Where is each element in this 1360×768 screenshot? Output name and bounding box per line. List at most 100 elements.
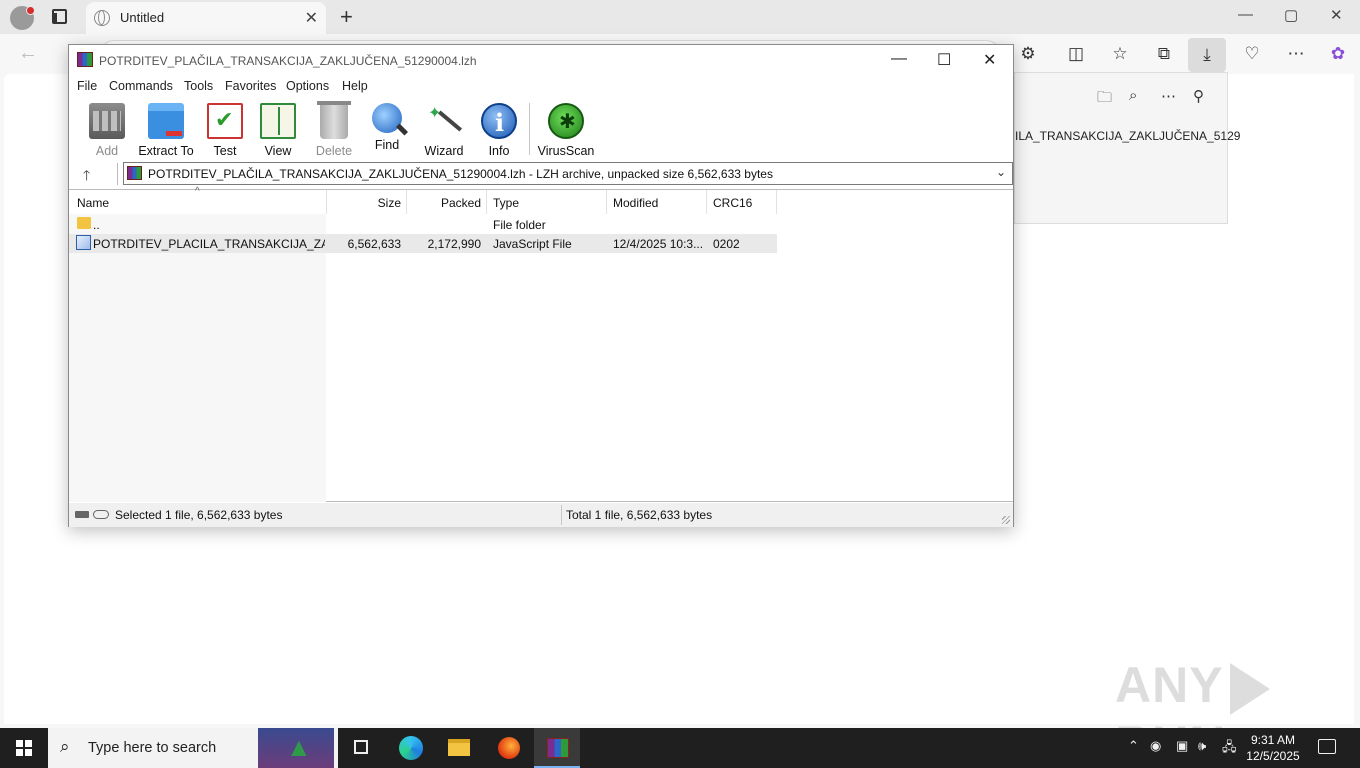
back-button[interactable]: ← — [18, 42, 38, 65]
status-selected: Selected 1 file, 6,562,633 bytes — [115, 508, 283, 522]
drive-icon — [75, 511, 89, 518]
windows-start-icon[interactable] — [16, 740, 32, 756]
maximize-button[interactable]: ▢ — [1284, 6, 1298, 24]
winrar-window: POTRDITEV_PLAČILA_TRANSAKCIJA_ZAKLJUČENA… — [68, 44, 1014, 527]
volume-icon[interactable]: 🕪 — [1198, 738, 1206, 754]
wizard-button[interactable]: Wizard — [421, 103, 467, 158]
meet-icon[interactable]: ▣ — [1176, 738, 1188, 754]
extract-to-icon — [148, 103, 184, 139]
test-button[interactable]: Test — [203, 103, 247, 158]
virusscan-icon — [548, 103, 584, 139]
collections-icon[interactable]: ⧉ — [1152, 42, 1176, 66]
view-button[interactable]: View — [255, 103, 301, 158]
row-type: File folder — [493, 218, 546, 232]
show-hidden-icons[interactable]: ⌃ — [1128, 738, 1139, 754]
resize-grip[interactable] — [1002, 516, 1010, 524]
close-button[interactable]: ✕ — [1330, 6, 1343, 24]
tab-actions-icon[interactable] — [52, 9, 67, 24]
search-highlight-image — [258, 728, 334, 768]
winrar-titlebar: POTRDITEV_PLAČILA_TRANSAKCIJA_ZAKLJUČENA… — [69, 45, 1013, 75]
row-modified: 12/4/2025 10:3... — [613, 237, 704, 251]
virusscan-label: VirusScan — [537, 144, 595, 158]
taskbar-search[interactable]: ⌕ Type here to search — [48, 728, 338, 768]
tab-title: Untitled — [120, 10, 165, 25]
name-column-background — [69, 214, 326, 502]
split-screen-icon[interactable]: ◫ — [1064, 42, 1088, 66]
globe-icon — [94, 10, 110, 26]
extract-to-button[interactable]: Extract To — [137, 103, 195, 158]
winrar-menubar: File Commands Tools Favorites Options He… — [69, 75, 1013, 97]
add-label: Add — [95, 144, 119, 158]
folder-icon[interactable]: 🗀 — [1097, 87, 1112, 112]
browser-tab[interactable]: Untitled ✕ — [86, 2, 326, 34]
winrar-minimize-button[interactable]: — — [891, 50, 907, 68]
row-type: JavaScript File — [493, 237, 572, 251]
javascript-file-icon — [76, 235, 91, 250]
info-button[interactable]: Info — [477, 103, 521, 158]
network-status-icon[interactable]: ◉ — [1150, 738, 1161, 754]
list-item-parent-folder[interactable]: .. File folder — [69, 215, 777, 234]
downloads-icon[interactable]: ⤓ — [1188, 38, 1226, 72]
test-label: Test — [213, 144, 237, 158]
winrar-toolbar: Add Extract To Test View Delete Find Wiz… — [69, 97, 1013, 159]
download-item-name[interactable]: ILA_TRANSAKCIJA_ZAKLJUČENA_5129 — [1015, 129, 1240, 143]
info-icon — [481, 103, 517, 139]
column-packed[interactable]: Packed — [407, 190, 487, 214]
winrar-logo-icon — [77, 52, 93, 67]
wizard-icon — [426, 103, 462, 139]
edge-icon[interactable] — [388, 728, 434, 768]
system-clock[interactable]: 9:31 AM 12/5/2025 — [1236, 732, 1310, 764]
winrar-close-button[interactable]: ✕ — [983, 50, 996, 70]
status-total: Total 1 file, 6,562,633 bytes — [566, 508, 713, 522]
menu-tools[interactable]: Tools — [184, 79, 213, 93]
task-view-icon[interactable] — [338, 728, 384, 768]
notifications-icon[interactable] — [1318, 739, 1336, 754]
column-size[interactable]: Size — [327, 190, 407, 214]
pin-icon[interactable]: ⚲ — [1193, 87, 1204, 105]
path-dropdown[interactable]: POTRDITEV_PLAČILA_TRANSAKCIJA_ZAKLJUČENA… — [123, 162, 1013, 185]
winrar-icon[interactable] — [534, 728, 580, 768]
row-name: .. — [93, 218, 100, 232]
menu-options[interactable]: Options — [286, 79, 329, 93]
browser-tabstrip: Untitled ✕ + — ▢ ✕ — [0, 0, 1360, 34]
menu-help[interactable]: Help — [342, 79, 368, 93]
wizard-label: Wizard — [424, 144, 464, 158]
search-icon: ⌕ — [60, 737, 70, 756]
column-modified[interactable]: Modified — [607, 190, 707, 214]
virusscan-button[interactable]: VirusScan — [537, 103, 595, 158]
add-button[interactable]: Add — [85, 103, 129, 158]
new-tab-button[interactable]: + — [340, 4, 353, 30]
file-explorer-icon[interactable] — [436, 728, 482, 768]
column-type[interactable]: Type — [487, 190, 607, 214]
clock-date: 12/5/2025 — [1246, 749, 1300, 763]
firefox-icon[interactable] — [486, 728, 532, 768]
more-icon[interactable]: ⋯ — [1284, 42, 1308, 66]
menu-commands[interactable]: Commands — [109, 79, 173, 93]
favorites-icon[interactable]: ☆ — [1108, 42, 1132, 66]
chevron-down-icon[interactable]: ⌄ — [996, 165, 1006, 179]
browser-essentials-icon[interactable]: ♡ — [1240, 42, 1264, 66]
downloads-panel: 🗀 ⌕ ⋯ ⚲ ILA_TRANSAKCIJA_ZAKLJUČENA_5129 — [1014, 72, 1240, 224]
column-name[interactable]: Name ^ — [69, 186, 327, 214]
info-label: Info — [488, 144, 510, 158]
winrar-statusbar: Selected 1 file, 6,562,633 bytes Total 1… — [69, 503, 1013, 527]
find-button[interactable]: Find — [365, 103, 409, 152]
profile-avatar[interactable] — [10, 6, 35, 30]
ethernet-icon[interactable]: 🖧 — [1222, 738, 1237, 760]
more-icon[interactable]: ⋯ — [1161, 87, 1176, 105]
extensions-icon[interactable]: ⚙ — [1016, 42, 1040, 66]
winrar-maximize-button[interactable]: ☐ — [937, 50, 951, 70]
list-item-javascript-file[interactable]: POTRDITEV_PLACILA_TRANSAKCIJA_ZAKL... 6,… — [69, 234, 777, 253]
search-placeholder: Type here to search — [88, 740, 217, 756]
menu-favorites[interactable]: Favorites — [225, 79, 276, 93]
minimize-button[interactable]: — — [1238, 6, 1253, 23]
row-packed: 2,172,990 — [427, 237, 481, 251]
row-name: POTRDITEV_PLACILA_TRANSAKCIJA_ZAKL... — [93, 237, 325, 251]
up-folder-icon[interactable]: 🡑 — [83, 165, 90, 189]
delete-button[interactable]: Delete — [311, 101, 357, 158]
copilot-icon[interactable]: ✿ — [1326, 42, 1350, 66]
column-crc16[interactable]: CRC16 — [707, 190, 777, 214]
menu-file[interactable]: File — [77, 79, 97, 93]
search-icon[interactable]: ⌕ — [1129, 87, 1137, 104]
tab-close-button[interactable]: ✕ — [305, 8, 318, 28]
